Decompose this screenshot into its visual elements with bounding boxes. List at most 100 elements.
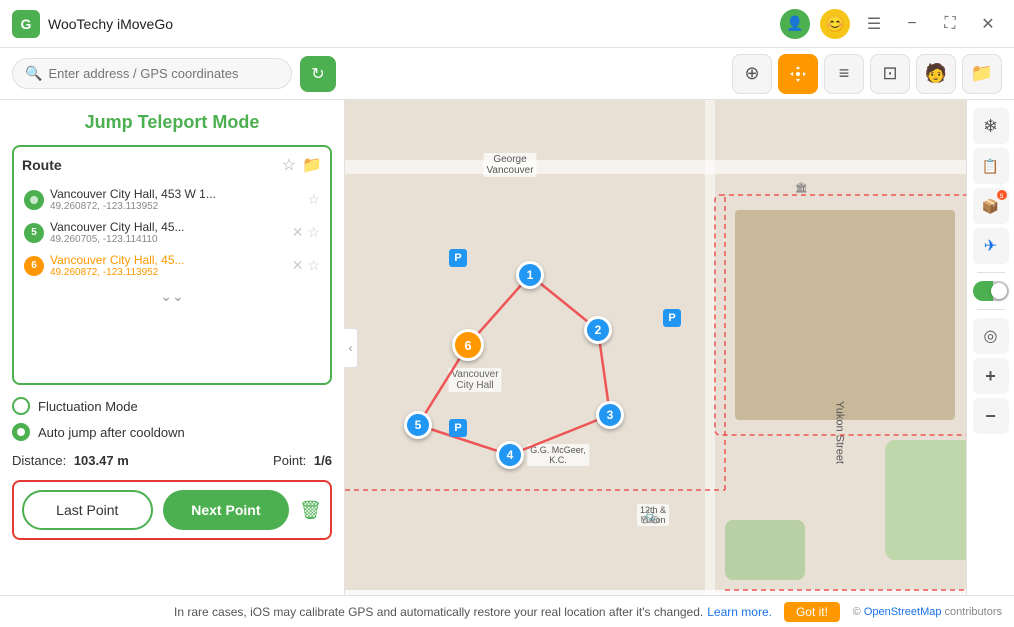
app-logo: G — [12, 10, 40, 38]
fluctuation-mode-label: Fluctuation Mode — [38, 399, 138, 414]
list-button[interactable]: ≡ — [824, 54, 864, 94]
openstreetmap-link[interactable]: OpenStreetMap — [864, 606, 942, 618]
distance-row: Distance: 103.47 m Point: 1/6 — [12, 453, 332, 468]
map-label-george: GeorgeVancouver — [483, 153, 536, 177]
map-content: 1 2 3 4 5 6 VancouverCity Hall GeorgeVan… — [345, 100, 1014, 595]
route-header: Route ☆ 📁 — [22, 155, 322, 175]
expand-icon[interactable]: ⛶ — [936, 10, 964, 38]
main-area: Jump Teleport Mode Route ☆ 📁 Vancouver C… — [0, 100, 1014, 595]
button-row: Last Point Next Point 🗑 — [12, 480, 332, 540]
green-area-4 — [725, 520, 805, 580]
got-it-button[interactable]: Got it! — [784, 602, 840, 622]
emoji-icon[interactable]: 😊 — [820, 9, 850, 39]
bottom-bar: In rare cases, iOS may calibrate GPS and… — [0, 595, 1014, 627]
route-item-3: 6 Vancouver City Hall, 45... 49.260872, … — [22, 249, 322, 282]
left-panel: Jump Teleport Mode Route ☆ 📁 Vancouver C… — [0, 100, 345, 595]
search-input[interactable] — [48, 66, 279, 81]
route-item-coords-2: 49.260705, -123.114110 — [50, 234, 286, 245]
route-label: Route — [22, 157, 62, 173]
toolbar: 🔍 ↻ ⊕ ≡ ⊡ 🧑 📁 — [0, 48, 1014, 100]
snowflake-button[interactable]: ❄ — [973, 108, 1009, 144]
distance-value: 103.47 m — [74, 453, 129, 468]
toggle-switch[interactable] — [973, 281, 1009, 301]
package-button[interactable]: 📦 s — [973, 188, 1009, 224]
route-item: Vancouver City Hall, 453 W 1... 49.26087… — [22, 183, 322, 216]
crosshair-button[interactable]: ⊕ — [732, 54, 772, 94]
route-item-name-3: Vancouver City Hall, 45... — [50, 253, 286, 267]
search-box[interactable]: 🔍 — [12, 58, 292, 89]
point-label: Point: 1/6 — [273, 453, 332, 468]
zoom-in-button[interactable]: + — [973, 358, 1009, 394]
route-item-actions-3: ✕ ☆ — [292, 257, 320, 274]
map-pin-3: 3 — [596, 401, 624, 429]
close-icon[interactable]: ✕ — [974, 10, 1002, 38]
folder-button[interactable]: 📁 — [962, 54, 1002, 94]
app-title: WooTechy iMoveGo — [48, 16, 780, 32]
distance-label: Distance: 103.47 m — [12, 453, 129, 468]
map-parking-3: P — [449, 419, 467, 437]
refresh-button[interactable]: ↻ — [300, 56, 336, 92]
map-label-yukon: Yukon Street — [833, 398, 847, 467]
menu-icon[interactable]: ☰ — [860, 10, 888, 38]
bottom-notice: In rare cases, iOS may calibrate GPS and… — [174, 605, 703, 619]
route-box: Route ☆ 📁 Vancouver City Hall, 453 W 1..… — [12, 145, 332, 385]
fluctuation-mode-option[interactable]: Fluctuation Mode — [12, 397, 332, 415]
route-dot-3: 6 — [24, 256, 44, 276]
route-header-icons: ☆ 📁 — [282, 155, 322, 175]
avatar-icon[interactable]: 👤 — [780, 9, 810, 39]
route-item-actions-2: ✕ ☆ — [292, 224, 320, 241]
collapse-button[interactable]: ‹ — [344, 328, 358, 368]
last-point-button[interactable]: Last Point — [22, 490, 153, 530]
credit-text: © OpenStreetMap contributors — [853, 606, 1002, 618]
route-dot-1 — [24, 190, 44, 210]
person-button[interactable]: 🧑 — [916, 54, 956, 94]
point-value: 1/6 — [314, 453, 332, 468]
remove-action-2[interactable]: ✕ — [292, 224, 304, 241]
map-label-mcgeer: G.G. McGeer,K.C. — [527, 444, 589, 466]
locate-button[interactable]: ◎ — [973, 318, 1009, 354]
map-label-cityhall: VancouverCity Hall — [448, 368, 501, 392]
route-dot-2: 5 — [24, 223, 44, 243]
route-item-text-1: Vancouver City Hall, 453 W 1... 49.26087… — [50, 187, 301, 212]
star-icon[interactable]: ☆ — [282, 155, 296, 175]
minimize-icon[interactable]: − — [898, 10, 926, 38]
auto-jump-option[interactable]: Auto jump after cooldown — [12, 423, 332, 441]
plane-button[interactable]: ✈ — [973, 228, 1009, 264]
map-pin-4: 4 — [496, 441, 524, 469]
route-item-actions-1: ☆ — [307, 191, 320, 208]
next-point-button[interactable]: Next Point — [163, 490, 290, 530]
sidebar-divider — [977, 272, 1005, 273]
route-item-text-3: Vancouver City Hall, 45... 49.260872, -1… — [50, 253, 286, 278]
auto-jump-circle — [12, 423, 30, 441]
right-sidebar: ❄ 📋 📦 s ✈ ◎ + − — [966, 100, 1014, 595]
building-icon: 🏛 — [795, 183, 808, 194]
sidebar-divider-2 — [977, 309, 1005, 310]
frame-button[interactable]: ⊡ — [870, 54, 910, 94]
star-action-1[interactable]: ☆ — [307, 191, 320, 208]
auto-jump-label: Auto jump after cooldown — [38, 425, 185, 440]
route-item-coords-1: 49.260872, -123.113952 — [50, 201, 301, 212]
map-area[interactable]: 1 2 3 4 5 6 VancouverCity Hall GeorgeVan… — [345, 100, 1014, 595]
trash-button[interactable]: 🗑 — [299, 500, 322, 521]
zoom-out-button[interactable]: − — [973, 398, 1009, 434]
map-pin-5: 5 — [404, 411, 432, 439]
star-action-3[interactable]: ☆ — [307, 257, 320, 274]
clipboard-button[interactable]: 📋 — [973, 148, 1009, 184]
expand-button[interactable]: ⌄⌄ — [160, 288, 183, 305]
search-icon: 🔍 — [25, 65, 42, 82]
toolbar-right: ⊕ ≡ ⊡ 🧑 📁 — [732, 54, 1002, 94]
panel-title: Jump Teleport Mode — [12, 112, 332, 133]
route-item-text-2: Vancouver City Hall, 45... 49.260705, -1… — [50, 220, 286, 245]
folder-icon[interactable]: 📁 — [302, 155, 322, 175]
map-pin-1: 1 — [516, 261, 544, 289]
route-expand: ⌄⌄ — [22, 288, 322, 305]
options-section: Fluctuation Mode Auto jump after cooldow… — [12, 397, 332, 441]
move-button[interactable] — [778, 54, 818, 94]
remove-action-3[interactable]: ✕ — [292, 257, 304, 274]
map-parking-1: P — [449, 249, 467, 267]
titlebar: G WooTechy iMoveGo 👤 😊 ☰ − ⛶ ✕ — [0, 0, 1014, 48]
route-item-name-2: Vancouver City Hall, 45... — [50, 220, 286, 234]
star-action-2[interactable]: ☆ — [307, 224, 320, 241]
learn-more-link[interactable]: Learn more. — [707, 605, 772, 619]
titlebar-icons: 👤 😊 ☰ − ⛶ ✕ — [780, 9, 1002, 39]
